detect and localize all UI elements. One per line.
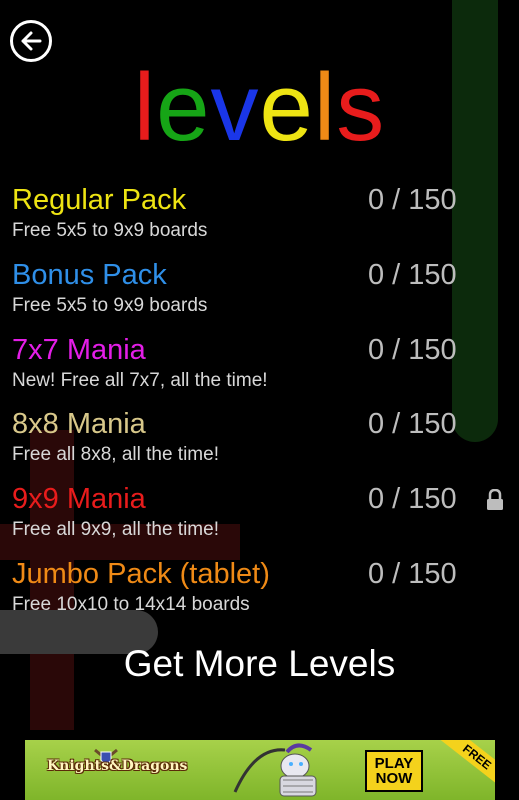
pack-name: 7x7 Mania [12,334,146,366]
title-letter: s [336,54,386,161]
pack-description: New! Free all 7x7, all the time! [12,370,268,391]
pack-description: Free 5x5 to 9x9 boards [12,295,208,316]
skeleton-dragon-icon [233,743,317,797]
play-now-button[interactable]: PLAY NOW [365,750,423,792]
pack-name: Bonus Pack [12,259,167,291]
pack-name: Regular Pack [12,184,187,216]
play-label: PLAY [374,755,414,772]
pack-description: Free all 8x8, all the time! [12,444,219,465]
pack-row[interactable]: 9x9 Mania Free all 9x9, all the time! 0 / … [12,482,503,556]
pack-description: Free 10x10 to 14x14 boards [12,594,250,615]
lock-icon [487,489,503,510]
pack-name: 9x9 Mania [12,483,146,515]
pack-progress: 0 / 150 [368,558,457,590]
back-button[interactable] [10,20,52,62]
levels-screen: levels Regular Pack Free 5x5 to 9x9 board… [0,0,519,800]
page-title: levels [0,58,519,158]
pack-progress: 0 / 150 [368,408,457,440]
pack-description: Free 5x5 to 9x9 boards [12,220,208,241]
title-letter: e [156,54,211,161]
pack-description: Free all 9x9, all the time! [12,519,219,540]
back-arrow-icon [21,31,42,51]
pack-row[interactable]: 8x8 Mania Free all 8x8, all the time! 0 / … [12,407,502,481]
pack-row[interactable]: Jumbo Pack (tablet) Free 10x10 to 14x14 b… [12,557,502,631]
pack-row[interactable]: Bonus Pack Free 5x5 to 9x9 boards 0 / 150 [12,258,502,332]
pack-progress: 0 / 150 [368,483,457,515]
ad-logo: Knights&Dragons [47,758,188,774]
pack-progress: 0 / 150 [368,334,457,366]
pack-progress: 0 / 150 [368,184,457,216]
pack-row[interactable]: 7x7 Mania New! Free all 7x7, all the time… [12,333,502,407]
free-ribbon: FREE [439,740,495,789]
title-letter: l [313,54,337,161]
title-letter: l [133,54,157,161]
title-letter: v [210,54,260,161]
ad-banner[interactable]: Knights&Dragons PLAY NOW FREE [25,740,495,800]
now-label: NOW [375,770,413,787]
title-letter: e [259,54,314,161]
pack-name: Jumbo Pack (tablet) [12,558,270,590]
pack-progress: 0 / 150 [368,259,457,291]
pack-name: 8x8 Mania [12,408,146,440]
pack-row[interactable]: Regular Pack Free 5x5 to 9x9 boards 0 / 15… [12,183,502,257]
get-more-levels-button[interactable]: Get More Levels [0,642,519,686]
